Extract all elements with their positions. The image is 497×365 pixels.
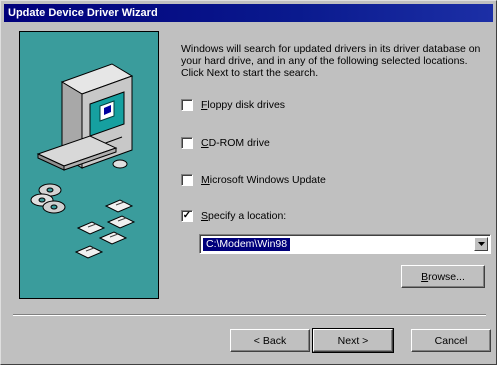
browse-button-label: Browse... [421, 270, 465, 283]
windows-update-checkbox[interactable] [181, 174, 193, 186]
windows-update-option[interactable]: Microsoft Windows Update [181, 173, 326, 187]
cancel-button-label: Cancel [434, 334, 468, 347]
dropdown-arrow-icon[interactable] [474, 237, 488, 251]
window-title: Update Device Driver Wizard [8, 7, 158, 19]
specify-location-option[interactable]: ✓ Specify a location: [181, 209, 286, 223]
back-button[interactable]: < Back [230, 329, 310, 352]
location-value[interactable]: C:\Modem\Win98 [203, 238, 291, 251]
specify-location-checkbox[interactable]: ✓ [181, 210, 193, 222]
cancel-button[interactable]: Cancel [411, 329, 491, 352]
floppy-drives-checkbox[interactable] [181, 99, 193, 111]
button-separator [13, 314, 486, 316]
floppy-drives-option[interactable]: Floppy disk drives [181, 98, 285, 112]
cdrom-drive-option[interactable]: CD-ROM drive [181, 136, 270, 150]
location-combobox[interactable]: C:\Modem\Win98 [199, 234, 491, 254]
next-button[interactable]: Next > [312, 328, 394, 353]
cdrom-drive-label: CD-ROM drive [201, 137, 270, 149]
windows-update-label: Microsoft Windows Update [201, 174, 326, 186]
wizard-dialog: Update Device Driver Wizard Windows will… [0, 0, 497, 365]
browse-button[interactable]: Browse... [401, 265, 485, 288]
title-bar[interactable]: Update Device Driver Wizard [4, 4, 493, 22]
back-button-label: < Back [253, 334, 287, 347]
specify-location-label: Specify a location: [201, 210, 287, 222]
intro-text: Windows will search for updated drivers … [181, 43, 481, 79]
cdrom-drive-checkbox[interactable] [181, 137, 193, 149]
floppy-disk-icon [74, 199, 136, 259]
wizard-illustration [19, 31, 159, 299]
next-button-label: Next > [337, 334, 369, 347]
floppy-drives-label: Floppy disk drives [201, 99, 286, 111]
